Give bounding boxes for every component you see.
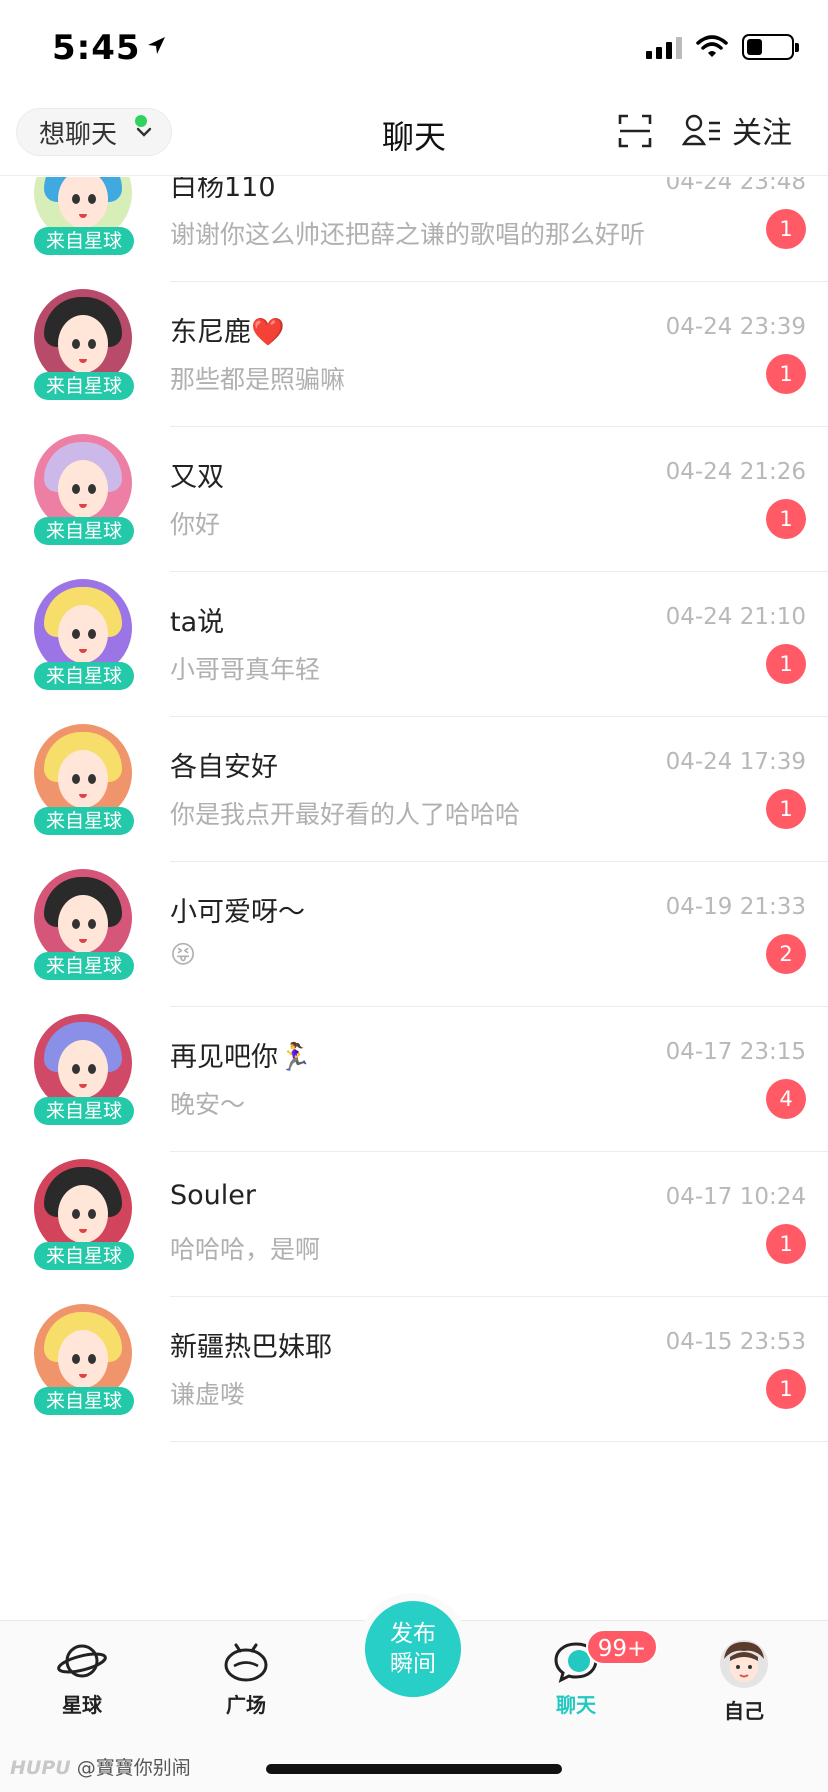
planet-origin-badge: 来自星球 [34, 227, 134, 255]
chat-name: 东尼鹿❤️ [170, 317, 285, 348]
chat-time: 04-24 23:39 [665, 314, 806, 340]
watermark-handle: @寶寶你别闹 [76, 1757, 191, 1779]
follow-list-icon [682, 114, 720, 146]
chat-time: 04-15 23:53 [665, 1329, 806, 1355]
unread-count-badge: 1 [766, 354, 806, 394]
home-indicator [266, 1764, 562, 1774]
chat-name: 新疆热巴妹耶 [170, 1332, 332, 1363]
chat-name: 小可爱呀～ [170, 897, 305, 928]
divider [170, 1441, 828, 1442]
planet-icon [57, 1644, 107, 1678]
tab-me-label: 自己 [724, 1699, 764, 1723]
chat-list: 来自星球 白杨110 04-24 23:48 谢谢你这么帅还把薛之谦的歌唱的那么好听 1… [0, 177, 828, 1620]
scan-icon[interactable] [618, 114, 652, 148]
planet-origin-badge: 来自星球 [34, 517, 134, 545]
chat-time: 04-19 21:33 [665, 894, 806, 920]
watermark-brand: HUPU [10, 1757, 71, 1779]
tab-square[interactable]: 广场 [186, 1639, 306, 1718]
planet-origin-badge: 来自星球 [34, 662, 134, 690]
chat-preview: 那些都是照骗嘛 [170, 365, 346, 394]
header: 想聊天 聊天 关注 [0, 100, 828, 176]
battery-icon [742, 34, 799, 60]
chat-list-item[interactable]: 来自星球 小可爱呀～ 04-19 21:33 😝 2 [0, 842, 828, 1007]
unread-count-badge: 2 [766, 934, 806, 974]
chat-preview: 你是我点开最好看的人了哈哈哈 [170, 800, 521, 829]
chat-list-item[interactable]: 来自星球 新疆热巴妹耶 04-15 23:53 谦虚喽 1 [0, 1277, 828, 1442]
tab-bar: 星球 广场 发布 瞬间 聊天 99+ 自己 HUPU @寶寶你别闹 [0, 1601, 828, 1792]
tab-square-label: 广场 [226, 1693, 266, 1717]
tab-me[interactable]: 自己 [684, 1639, 804, 1724]
follow-button[interactable]: 关注 [682, 108, 792, 152]
chat-preview: 😝 [170, 940, 197, 969]
planet-origin-badge: 来自星球 [34, 807, 134, 835]
chat-name: 又双 [170, 462, 224, 493]
publish-line2: 瞬间 [390, 1651, 436, 1677]
chat-time: 04-24 21:26 [665, 459, 806, 485]
planet-origin-badge: 来自星球 [34, 1242, 134, 1270]
publish-line1: 发布 [390, 1621, 436, 1647]
follow-label: 关注 [732, 116, 792, 151]
chat-preview: 谢谢你这么帅还把薛之谦的歌唱的那么好听 [170, 220, 646, 249]
wifi-icon [696, 35, 728, 57]
planet-origin-badge: 来自星球 [34, 952, 134, 980]
planet-origin-badge: 来自星球 [34, 372, 134, 400]
profile-avatar-icon [720, 1640, 768, 1688]
status-bar: 5:45 [0, 0, 828, 100]
chat-preview: 哈哈哈，是啊 [170, 1235, 321, 1264]
chat-time: 04-17 23:15 [665, 1039, 806, 1065]
status-time: 5:45 [52, 28, 141, 68]
chat-time: 04-24 17:39 [665, 749, 806, 775]
square-icon [224, 1643, 268, 1682]
chat-time: 04-24 23:48 [665, 177, 806, 195]
unread-count-badge: 1 [766, 209, 806, 249]
chat-list-item[interactable]: 来自星球 又双 04-24 21:26 你好 1 [0, 407, 828, 572]
chat-list-item[interactable]: 来自星球 ta说 04-24 21:10 小哥哥真年轻 1 [0, 552, 828, 717]
chat-list-item[interactable]: 来自星球 各自安好 04-24 17:39 你是我点开最好看的人了哈哈哈 1 [0, 697, 828, 862]
chat-name: 各自安好 [170, 752, 278, 783]
tab-planet[interactable]: 星球 [22, 1639, 142, 1718]
chat-list-item[interactable]: 来自星球 东尼鹿❤️ 04-24 23:39 那些都是照骗嘛 1 [0, 262, 828, 427]
chat-time: 04-17 10:24 [665, 1184, 806, 1210]
chat-name: Souler [170, 1180, 256, 1211]
tab-chat-label: 聊天 [556, 1693, 596, 1717]
unread-count-badge: 1 [766, 499, 806, 539]
watermark: HUPU @寶寶你别闹 [10, 1753, 191, 1780]
cellular-signal-icon [646, 35, 682, 59]
unread-count-badge: 1 [766, 1224, 806, 1264]
chat-preview: 小哥哥真年轻 [170, 655, 321, 684]
unread-count-badge: 1 [766, 789, 806, 829]
chat-list-item[interactable]: 来自星球 Souler 04-17 10:24 哈哈哈，是啊 1 [0, 1132, 828, 1297]
chat-name: 再见吧你🏃‍♀️ [170, 1042, 312, 1073]
publish-moment-button[interactable]: 发布 瞬间 [365, 1601, 461, 1697]
chat-list-item[interactable]: 来自星球 再见吧你🏃‍♀️ 04-17 23:15 晚安～ 4 [0, 987, 828, 1152]
chat-preview: 你好 [170, 510, 221, 539]
planet-origin-badge: 来自星球 [34, 1097, 134, 1125]
unread-count-badge: 4 [766, 1079, 806, 1119]
unread-count-badge: 1 [766, 644, 806, 684]
unread-count-badge: 1 [766, 1369, 806, 1409]
tab-planet-label: 星球 [62, 1693, 102, 1717]
planet-origin-badge: 来自星球 [34, 1387, 134, 1415]
chat-name: ta说 [170, 607, 225, 638]
chat-name: 白杨110 [170, 177, 276, 203]
chat-preview: 晚安～ [170, 1090, 246, 1119]
location-arrow-icon [148, 37, 165, 54]
chat-preview: 谦虚喽 [170, 1380, 246, 1409]
chat-time: 04-24 21:10 [665, 604, 806, 630]
chat-unread-badge: 99+ [586, 1629, 658, 1665]
